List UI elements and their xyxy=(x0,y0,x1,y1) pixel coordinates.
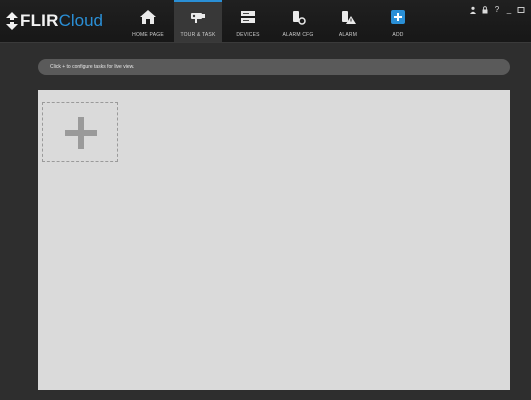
nav-tour-task-label: TOUR & TASK xyxy=(180,32,216,38)
user-icon[interactable] xyxy=(469,6,477,14)
add-icon xyxy=(391,10,405,24)
brand-name: FLIR xyxy=(20,11,59,30)
nav-alarm[interactable]: ALARM xyxy=(324,0,372,42)
nav-home-page-label: HOME PAGE xyxy=(132,32,164,38)
add-task-tile[interactable] xyxy=(42,102,118,162)
lock-icon[interactable] xyxy=(481,6,489,14)
nav-alarm-cfg[interactable]: ALARM CFG xyxy=(274,0,322,42)
plus-icon xyxy=(65,117,97,149)
maximize-icon[interactable] xyxy=(517,6,525,14)
flir-logo-icon xyxy=(6,12,18,30)
devices-icon xyxy=(241,11,255,23)
nav-add[interactable]: ADD xyxy=(374,0,422,42)
nav-devices-label: DEVICES xyxy=(236,32,260,38)
brand-suffix: Cloud xyxy=(58,11,103,30)
main-nav: HOME PAGE TOUR & TASK DEVICES ALARM CFG … xyxy=(124,0,424,42)
camera-tour-icon xyxy=(191,13,205,23)
nav-alarm-label: ALARM xyxy=(338,32,358,38)
alarm-config-icon xyxy=(293,11,306,25)
nav-alarm-cfg-label: ALARM CFG xyxy=(282,32,314,38)
nav-home-page[interactable]: HOME PAGE xyxy=(124,0,172,42)
minimize-button[interactable]: _ xyxy=(505,6,513,14)
top-navigation-bar: FLIR Cloud HOME PAGE TOUR & TASK DEVICES… xyxy=(0,0,531,43)
alarm-icon xyxy=(342,11,356,24)
nav-add-label: ADD xyxy=(392,32,404,38)
nav-tour-task[interactable]: TOUR & TASK xyxy=(174,0,222,42)
window-controls: ? _ xyxy=(469,6,525,14)
home-icon xyxy=(140,10,156,24)
help-button[interactable]: ? xyxy=(493,6,501,14)
nav-devices[interactable]: DEVICES xyxy=(224,0,272,42)
hint-text: Click + to configure tasks for live view… xyxy=(50,64,135,70)
flir-cloud-logo: FLIR Cloud xyxy=(6,9,103,33)
live-view-area xyxy=(38,90,510,390)
hint-bar: Click + to configure tasks for live view… xyxy=(38,59,510,75)
